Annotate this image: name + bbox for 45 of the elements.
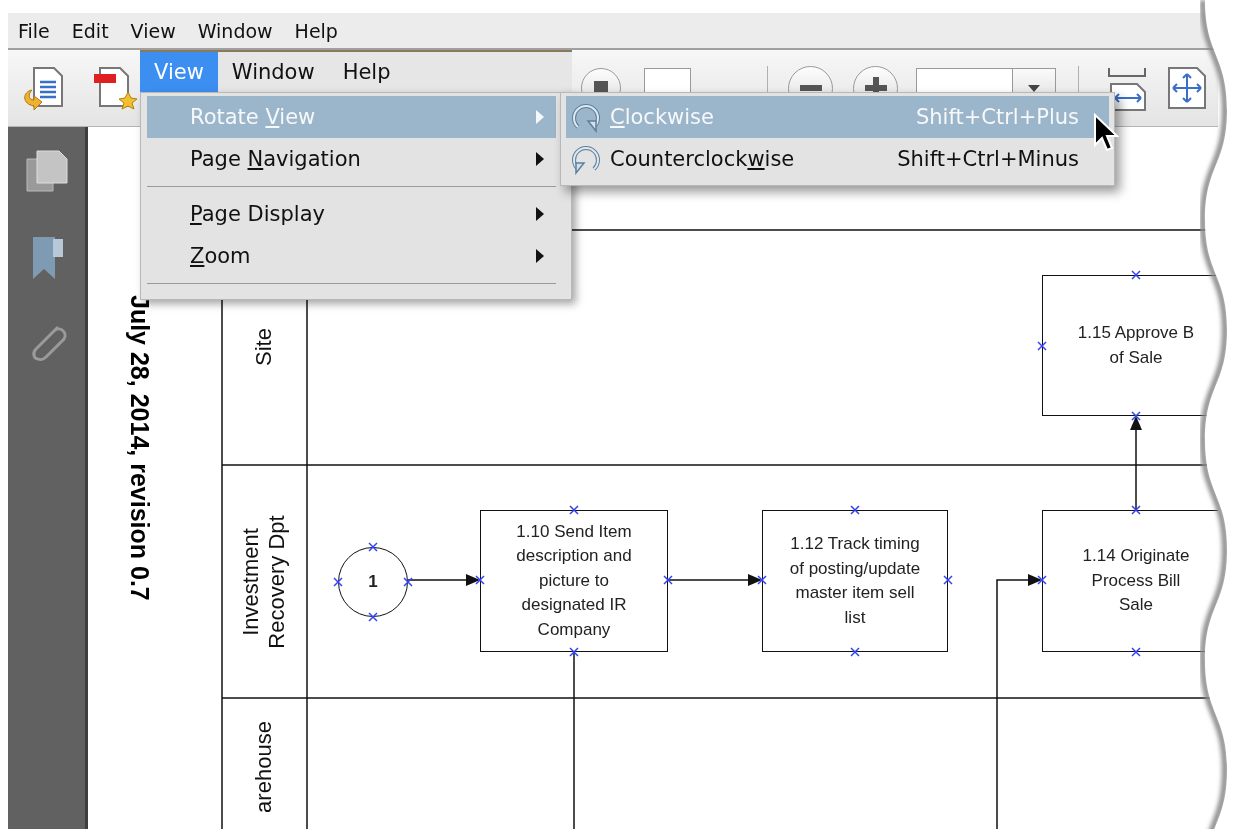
- submenu-arrow-icon: [536, 110, 544, 124]
- connection-point-icon: [1131, 270, 1141, 280]
- document-header: July 28, 2014, revision 0.7: [125, 295, 155, 601]
- connection-point-icon: [403, 577, 413, 587]
- connection-point-icon: [1131, 411, 1141, 421]
- process-step: 1.10 Send Item description and picture to designated IR Company: [480, 510, 668, 652]
- connection-point-icon: [1037, 341, 1047, 351]
- connection-point-icon: [569, 505, 579, 515]
- submenu-arrow-icon: [536, 249, 544, 263]
- connection-point-icon: [368, 542, 378, 552]
- lane-label: Site: [251, 328, 277, 366]
- menu-item[interactable]: Zoom: [147, 235, 556, 277]
- connection-point-icon: [475, 575, 485, 585]
- connection-point-icon: [1131, 647, 1141, 657]
- submenu-arrow-icon: [536, 207, 544, 221]
- process-step: 1.14 Originate Process Bill Sale: [1042, 510, 1218, 652]
- rotate-icon: [570, 101, 602, 133]
- lane-label: arehouse: [251, 721, 277, 813]
- menu-item[interactable]: Help: [328, 52, 405, 92]
- connection-point-icon: [368, 612, 378, 622]
- process-step: 1.12 Track timing of posting/update master item sell list: [762, 510, 948, 652]
- connection-point-icon: [1131, 505, 1141, 515]
- connection-point-icon: [943, 575, 953, 585]
- connection-point-icon: [850, 647, 860, 657]
- menu-item[interactable]: Help: [288, 19, 352, 42]
- menu-item[interactable]: View: [124, 19, 190, 42]
- menu-item[interactable]: Page Display: [147, 193, 556, 235]
- start-event: 1: [338, 547, 408, 617]
- connection-point-icon: [757, 575, 767, 585]
- connection-point-icon: [569, 647, 579, 657]
- menu-item[interactable]: Edit: [65, 19, 123, 42]
- connection-point-icon: [850, 505, 860, 515]
- menu-item[interactable]: Window: [191, 19, 287, 42]
- connection-point-icon: [333, 577, 343, 587]
- connection-point-icon: [663, 575, 673, 585]
- connection-point-icon: [1037, 575, 1047, 585]
- submenu-arrow-icon: [536, 152, 544, 166]
- lane-label: Investment Recovery Dpt: [238, 515, 290, 649]
- fit-page-icon[interactable]: [1165, 64, 1209, 112]
- rotate-icon: [570, 143, 602, 175]
- menu-item[interactable]: File: [12, 19, 64, 42]
- submenu-item[interactable]: Counterclockwise Shift+Ctrl+Minus: [566, 138, 1109, 180]
- menu-item[interactable]: Page Navigation: [147, 138, 556, 180]
- minus-icon[interactable]: [799, 85, 822, 91]
- menu-item[interactable]: Window: [217, 52, 329, 92]
